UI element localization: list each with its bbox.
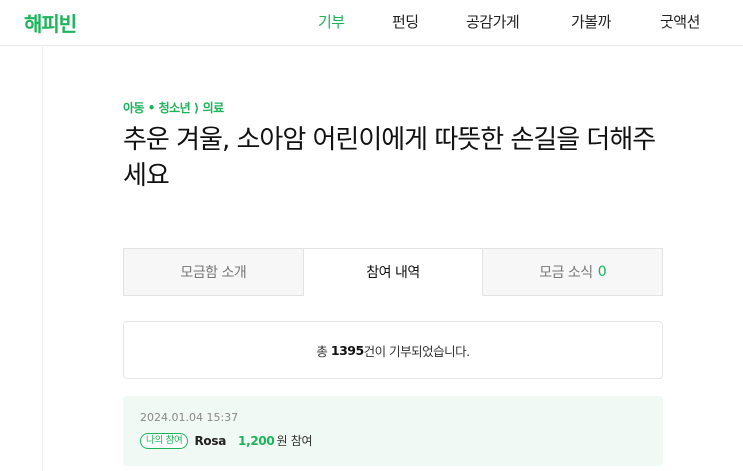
menu-good-action[interactable]: 굿액션 [660, 11, 700, 32]
menu-donate[interactable]: 기부 [318, 11, 345, 32]
tab-history-label: 참여 내역 [366, 265, 420, 281]
page-title: 추운 겨울, 소아암 어린이에게 따뜻한 손길을 더해주세요 [123, 125, 656, 191]
menu-shop[interactable]: 공감가게 [466, 11, 520, 32]
page-divider [42, 47, 43, 471]
tab-news[interactable]: 모금 소식 0 [483, 248, 664, 296]
summary-count: 1395 [330, 342, 364, 358]
menu-funding[interactable]: 펀딩 [392, 11, 419, 32]
list-item: 2024.01.04 15:37 나의 참여 Rosa 1,200 원 참여 [123, 396, 663, 466]
top-navigation: 해피빈 기부 펀딩 공감가게 가볼까 굿액션 [0, 0, 743, 46]
summary-prefix: 총 [316, 343, 328, 359]
menu-visit[interactable]: 가볼까 [571, 11, 611, 32]
tab-intro[interactable]: 모금함 소개 [123, 248, 304, 296]
tab-news-label: 모금 소식 [539, 265, 593, 281]
tab-news-count: 0 [597, 264, 607, 280]
summary-suffix: 건이 기부되었습니다. [363, 343, 470, 359]
my-participation-badge: 나의 참여 [140, 432, 189, 449]
breadcrumb[interactable]: 아동 • 청소년 ⟩ 의료 [123, 99, 224, 116]
tab-history[interactable]: 참여 내역 [303, 248, 484, 296]
donation-detail: 나의 참여 Rosa 1,200 원 참여 [140, 432, 313, 449]
tab-bar: 모금함 소개 참여 내역 모금 소식 0 [123, 248, 664, 296]
donation-date: 2024.01.04 15:37 [140, 411, 239, 424]
donor-name: Rosa [194, 433, 227, 448]
donation-amount: 1,200 [238, 433, 275, 448]
tab-intro-label: 모금함 소개 [180, 265, 247, 281]
donation-amount-suffix: 원 참여 [276, 434, 313, 448]
happybean-logo[interactable]: 해피빈 [24, 8, 77, 37]
donation-summary: 총 1395 건이 기부되었습니다. [123, 321, 663, 379]
